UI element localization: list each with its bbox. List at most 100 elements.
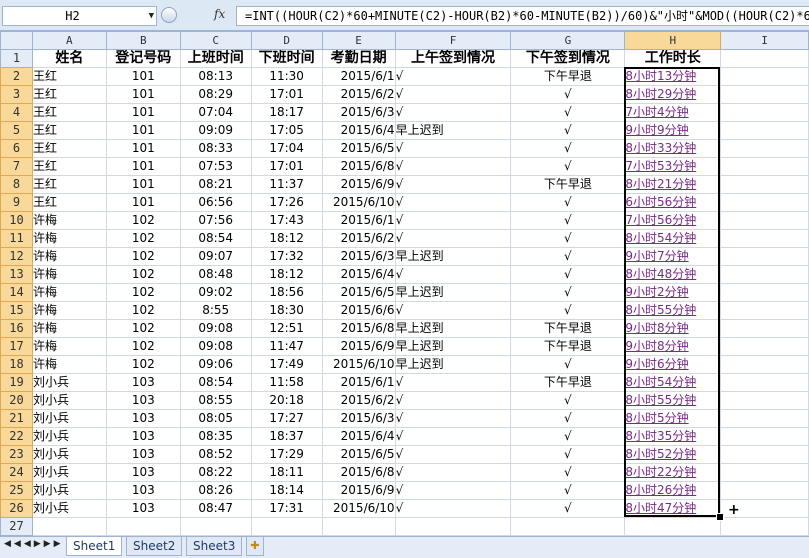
cell-pm[interactable]: √ (510, 283, 626, 302)
cell-in[interactable]: 8:55 (179, 301, 252, 320)
function-icon[interactable]: fx (214, 7, 225, 21)
cell-date[interactable]: 2015/6/5 (321, 139, 396, 158)
cell-empty[interactable] (720, 445, 809, 464)
cell-name[interactable]: 王红 (31, 85, 107, 104)
cell-name[interactable]: 刘小兵 (31, 463, 107, 482)
cell-out[interactable]: 18:11 (250, 463, 323, 482)
cell-pm[interactable]: √ (510, 355, 626, 374)
cell-date[interactable]: 2015/6/8 (321, 463, 396, 482)
cell-pm[interactable]: √ (510, 229, 626, 248)
cell-empty[interactable] (720, 481, 809, 500)
cell-in[interactable]: 08:29 (179, 85, 252, 104)
row-header[interactable]: 5 (0, 121, 33, 140)
column-header-h[interactable]: H (624, 31, 722, 50)
cell-dur[interactable]: 8小时55分钟 (624, 301, 722, 320)
cell-pm[interactable]: 下午早退 (510, 373, 626, 392)
cell-dur[interactable]: 8小时54分钟 (624, 229, 722, 248)
column-header-a[interactable]: A (31, 31, 107, 50)
column-header-c[interactable]: C (179, 31, 252, 50)
cell-empty[interactable] (720, 373, 809, 392)
cell-am[interactable]: √ (394, 445, 512, 464)
row-header[interactable]: 19 (0, 373, 33, 392)
cell-name[interactable]: 王红 (31, 103, 107, 122)
cell-date[interactable]: 2015/6/4 (321, 427, 396, 446)
cell-id[interactable]: 103 (105, 427, 181, 446)
cell-empty[interactable] (720, 391, 809, 410)
cell-empty[interactable] (720, 427, 809, 446)
cell-pm[interactable]: √ (510, 463, 626, 482)
cell-pm[interactable]: √ (510, 481, 626, 500)
column-header-g[interactable]: G (510, 31, 626, 50)
cell-date[interactable]: 2015/6/6 (321, 301, 396, 320)
cell-pm[interactable]: √ (510, 85, 626, 104)
cell-am[interactable]: √ (394, 265, 512, 284)
cell-name[interactable]: 许梅 (31, 283, 107, 302)
cell-name[interactable]: 许梅 (31, 265, 107, 284)
cell-out[interactable]: 11:37 (250, 175, 323, 194)
sheet-tab-sheet2[interactable]: Sheet2 (126, 537, 183, 556)
row-header[interactable]: 17 (0, 337, 33, 356)
cell-dur[interactable]: 8小时54分钟 (624, 373, 722, 392)
cell-out[interactable]: 17:01 (250, 157, 323, 176)
sheet-nav-arrows-icon[interactable]: ◀◀◀▶▶▶ (4, 539, 64, 549)
cell-date[interactable]: 2015/6/8 (321, 319, 396, 338)
cell-in[interactable]: 09:06 (179, 355, 252, 374)
cell-out[interactable]: 18:14 (250, 481, 323, 500)
cell-in[interactable]: 09:08 (179, 337, 252, 356)
cell-dur[interactable]: 8小时55分钟 (624, 391, 722, 410)
cell-name[interactable]: 刘小兵 (31, 481, 107, 500)
cell-in[interactable]: 08:55 (179, 391, 252, 410)
cell-empty[interactable] (31, 517, 107, 536)
column-header-f[interactable]: F (394, 31, 512, 50)
header-cell[interactable]: 下班时间 (250, 49, 323, 68)
cell-pm[interactable]: √ (510, 445, 626, 464)
cell-name[interactable]: 王红 (31, 193, 107, 212)
header-cell[interactable]: 上班时间 (179, 49, 252, 68)
cell-id[interactable]: 103 (105, 409, 181, 428)
cell-in[interactable]: 08:13 (179, 67, 252, 86)
cell-date[interactable]: 2015/6/10 (321, 193, 396, 212)
cell-in[interactable]: 08:33 (179, 139, 252, 158)
cell-id[interactable]: 103 (105, 463, 181, 482)
cell-in[interactable]: 07:04 (179, 103, 252, 122)
header-cell[interactable]: 下午签到情况 (510, 49, 626, 68)
cell-am[interactable]: 早上迟到 (394, 337, 512, 356)
cell-in[interactable]: 09:09 (179, 121, 252, 140)
cell-empty[interactable] (720, 247, 809, 266)
cell-name[interactable]: 刘小兵 (31, 445, 107, 464)
cell-id[interactable]: 101 (105, 67, 181, 86)
cell-id[interactable]: 101 (105, 139, 181, 158)
cell-out[interactable]: 18:12 (250, 265, 323, 284)
cell-out[interactable]: 18:56 (250, 283, 323, 302)
cell-date[interactable]: 2015/6/3 (321, 409, 396, 428)
cell-out[interactable]: 17:04 (250, 139, 323, 158)
cell-name[interactable]: 刘小兵 (31, 391, 107, 410)
cell-in[interactable]: 09:02 (179, 283, 252, 302)
cell-id[interactable]: 102 (105, 229, 181, 248)
formula-cancel-icon[interactable] (161, 7, 177, 23)
cell-dur[interactable]: 8小时21分钟 (624, 175, 722, 194)
row-header[interactable]: 1 (0, 49, 33, 68)
row-header[interactable]: 4 (0, 103, 33, 122)
cell-dur[interactable]: 9小时8分钟 (624, 337, 722, 356)
cell-am[interactable]: √ (394, 85, 512, 104)
cell-date[interactable]: 2015/6/9 (321, 175, 396, 194)
cell-am[interactable]: 早上迟到 (394, 283, 512, 302)
cell-out[interactable]: 17:01 (250, 85, 323, 104)
cell-dur[interactable]: 6小时56分钟 (624, 193, 722, 212)
cell-am[interactable]: √ (394, 139, 512, 158)
cell-out[interactable]: 17:27 (250, 409, 323, 428)
header-cell[interactable]: 上午签到情况 (394, 49, 512, 68)
cell-out[interactable]: 17:26 (250, 193, 323, 212)
cell-id[interactable]: 102 (105, 283, 181, 302)
name-box-dropdown-icon[interactable]: ▼ (149, 7, 154, 25)
cell-name[interactable]: 许梅 (31, 229, 107, 248)
row-header[interactable]: 2 (0, 67, 33, 86)
cell-am[interactable]: √ (394, 427, 512, 446)
cell-am[interactable]: 早上迟到 (394, 121, 512, 140)
row-header[interactable]: 10 (0, 211, 33, 230)
cell-id[interactable]: 102 (105, 355, 181, 374)
formula-input[interactable]: =INT((HOUR(C2)*60+MINUTE(C2)-HOUR(B2)*60… (236, 6, 809, 26)
row-header[interactable]: 16 (0, 319, 33, 338)
cell-in[interactable]: 09:08 (179, 319, 252, 338)
